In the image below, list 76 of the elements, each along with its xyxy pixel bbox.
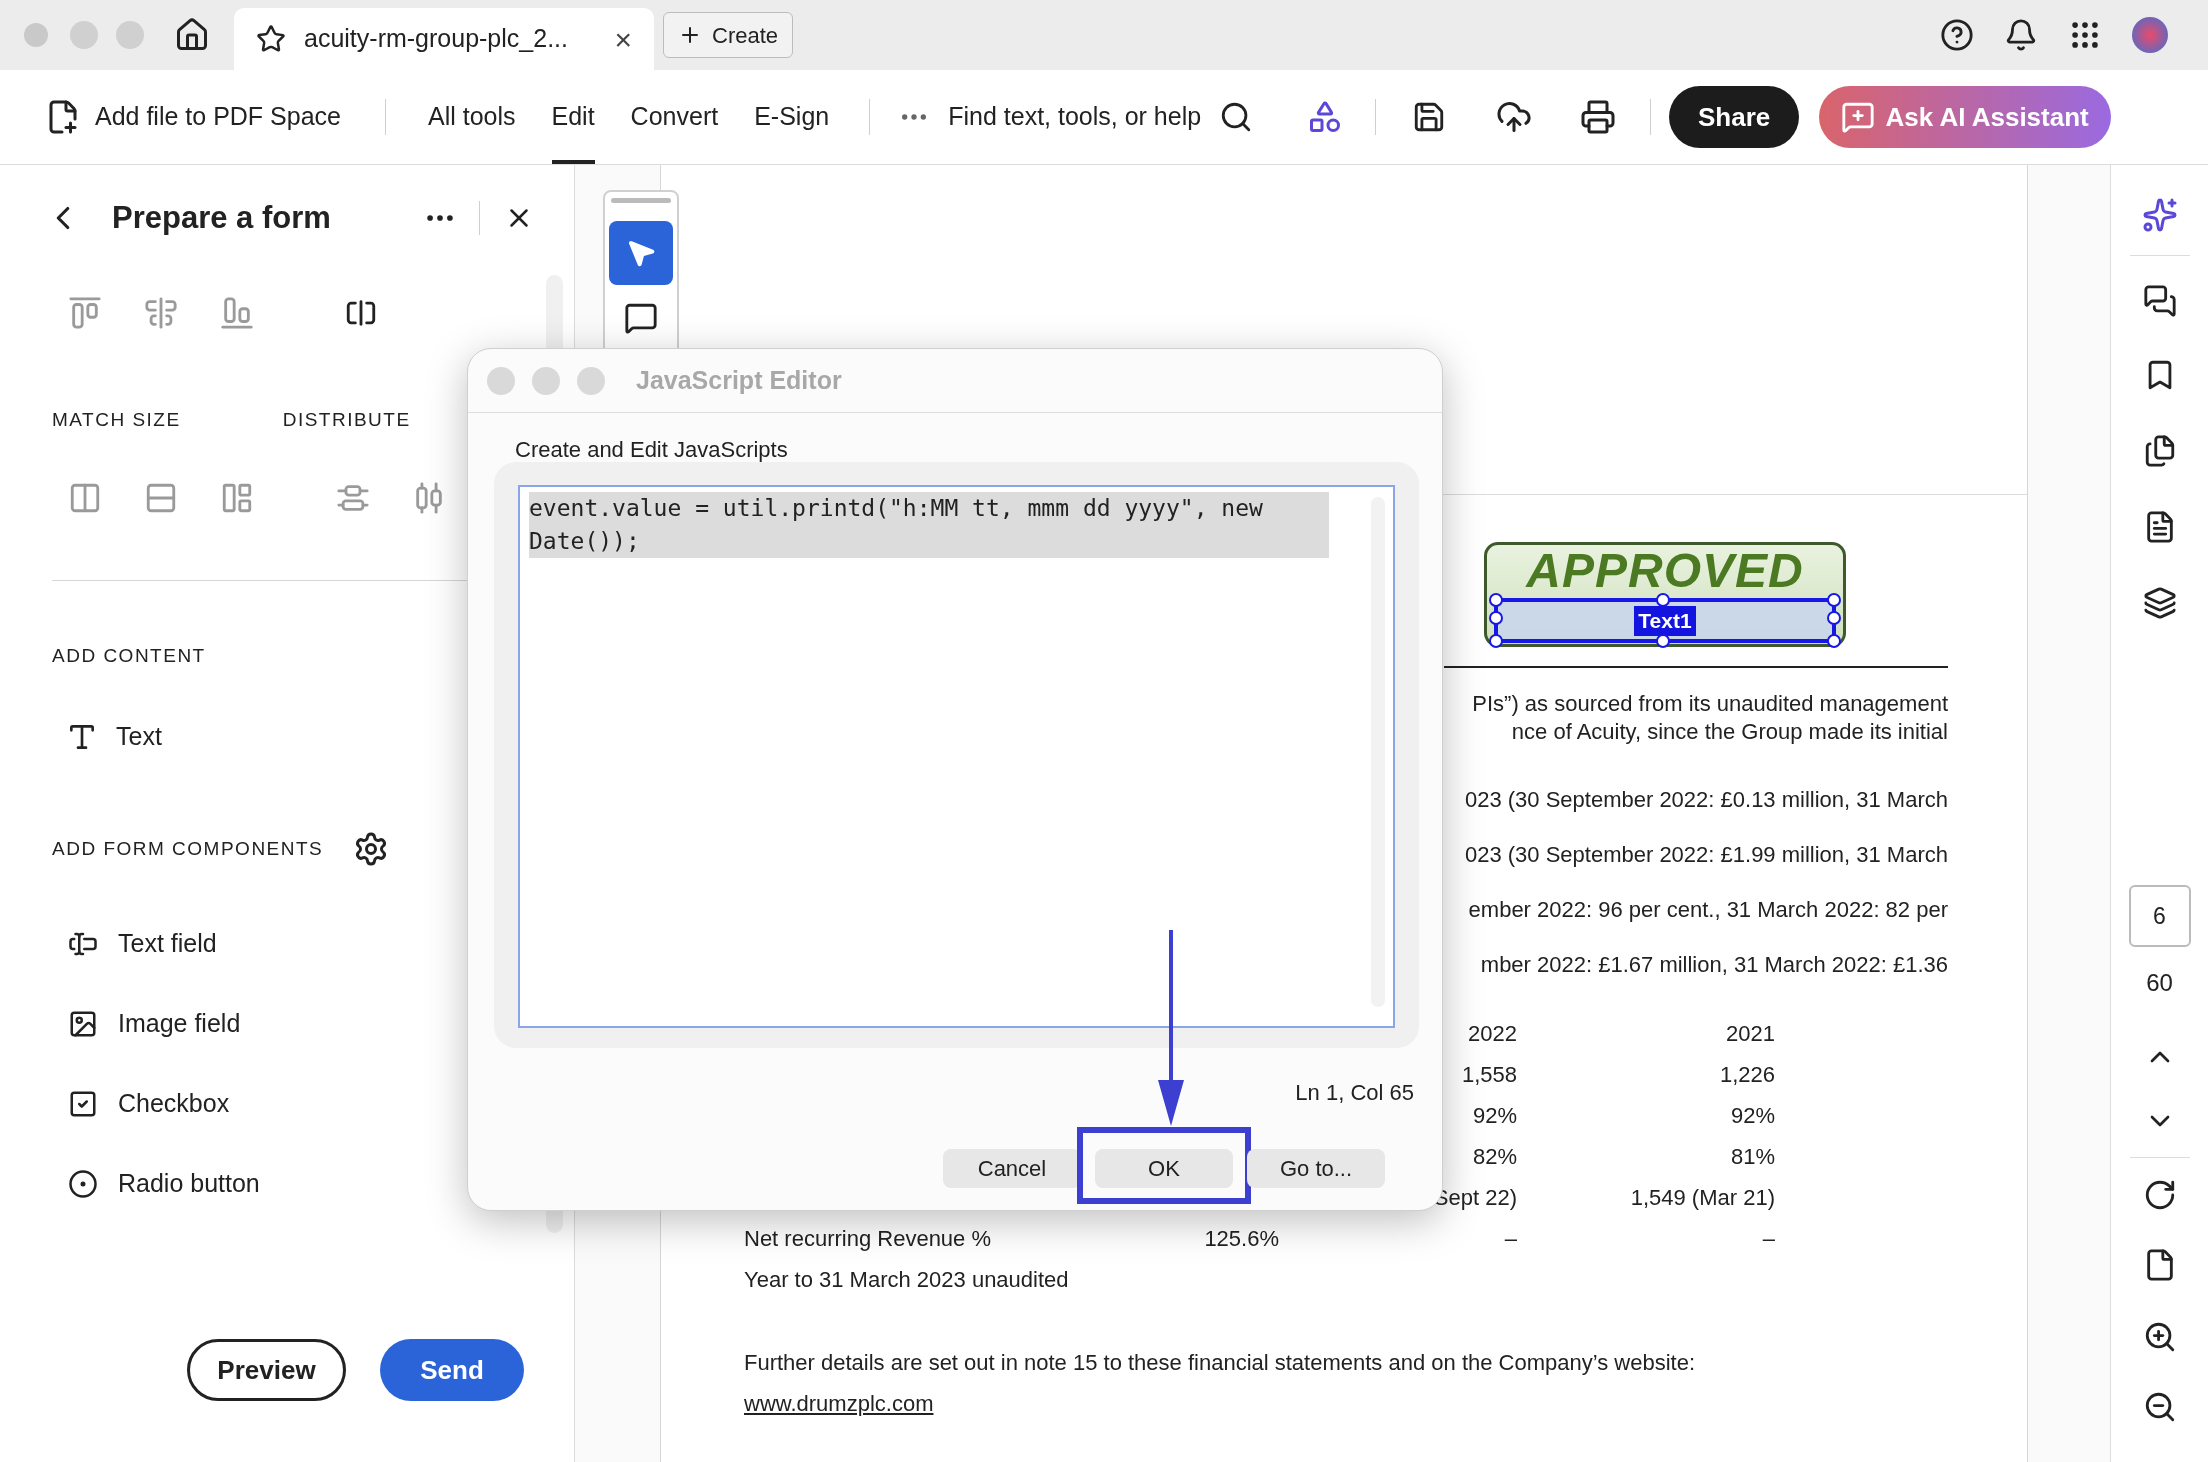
align-top-icon[interactable] <box>68 296 102 330</box>
table-cell-text: 82% <box>1472 1143 1517 1171</box>
form-component-item[interactable]: Radio button <box>118 1165 260 1203</box>
table-cell-text: – <box>1504 1225 1517 1253</box>
table-cell-text: 92% <box>1730 1102 1775 1130</box>
table-cell-text: 1,558 <box>1461 1061 1517 1089</box>
dialog-button[interactable]: Go to... <box>1247 1149 1385 1188</box>
section-label: DISTRIBUTE <box>282 408 411 430</box>
preview-button[interactable]: Preview <box>187 1339 346 1401</box>
upload-icon[interactable] <box>1496 99 1533 135</box>
dialog-title: JavaScript Editor <box>636 364 842 396</box>
layers-icon[interactable] <box>2142 586 2177 620</box>
match-width-icon[interactable] <box>68 481 102 515</box>
document-text: 023 (30 September 2022: £1.99 million, 31 March <box>1464 841 1948 869</box>
add-text-item[interactable]: Text <box>116 718 162 756</box>
avatar[interactable] <box>2132 17 2168 53</box>
page-number-field[interactable]: 6 <box>2128 885 2191 947</box>
table-cell-text: 92% <box>1472 1102 1517 1130</box>
panel-title: Prepare a form <box>112 198 331 237</box>
ai-summary-icon[interactable] <box>2141 197 2178 233</box>
tab-title: acuity-rm-group-plc_2... <box>304 23 568 55</box>
editor-label: Create and Edit JavaScripts <box>515 438 788 462</box>
ai-assistant-button[interactable]: Ask AI Assistant <box>1819 86 2112 148</box>
dialog-button[interactable]: OK <box>1095 1149 1233 1188</box>
align-middle-icon[interactable] <box>144 296 178 330</box>
document-text: PIs”) as sourced from its unaudited management <box>1472 690 1948 718</box>
match-both-icon[interactable] <box>220 481 254 515</box>
page-count: 60 <box>2146 968 2173 998</box>
document-text: nce of Acuity, since the Group made its initial <box>1511 718 1948 746</box>
browser-tab[interactable]: acuity-rm-group-plc_2... × <box>234 8 654 70</box>
table-cell-text: – <box>1762 1225 1775 1253</box>
document-text: 023 (30 September 2022: £0.13 million, 31 March <box>1464 786 1948 814</box>
section-label: ADD FORM COMPONENTS <box>52 836 324 861</box>
table-cell-text: 1,226 <box>1719 1061 1775 1089</box>
form-component-item[interactable]: Text field <box>118 925 217 963</box>
star-icon[interactable] <box>256 24 286 54</box>
radio-icon[interactable] <box>68 1169 98 1199</box>
website-link[interactable]: www.drumzplc.com <box>744 1390 934 1418</box>
section-label: ADD CONTENT <box>52 644 206 666</box>
table-cell-text: 1,549 (Mar 21) <box>1630 1184 1775 1212</box>
help-icon[interactable] <box>1940 18 1974 52</box>
form-component-item[interactable]: Checkbox <box>118 1085 230 1123</box>
tab-close-button[interactable]: × <box>614 16 632 62</box>
image-icon[interactable] <box>68 1009 98 1039</box>
bell-icon[interactable] <box>2004 18 2038 52</box>
comment-icon[interactable] <box>624 301 658 335</box>
match-height-icon[interactable] <box>144 481 178 515</box>
select-tool-button[interactable] <box>609 221 673 285</box>
align-bottom-icon[interactable] <box>220 296 254 330</box>
menu-tab[interactable]: Convert <box>630 70 719 164</box>
chat-plus-icon <box>1841 100 1876 134</box>
print-icon[interactable] <box>1580 99 1617 135</box>
document-text: Further details are set out in note 15 to these financial statements and on the Company’s website: <box>744 1349 1696 1377</box>
document-text: mber 2022: £1.67 million, 31 March 2022: £1.36 <box>1480 951 1948 979</box>
search-hint[interactable]: Find text, tools, or help <box>948 98 1202 136</box>
section-label: MATCH SIZE <box>52 408 181 430</box>
column-header: 2021 <box>1726 1020 1775 1048</box>
document-text: ember 2022: 96 per cent., 31 March 2022: 82 per <box>1468 896 1948 924</box>
add-file-button[interactable]: Add file to PDF Space <box>95 98 341 136</box>
table-cell-text: 81% <box>1730 1143 1775 1171</box>
form-component-item[interactable]: Image field <box>118 1005 241 1043</box>
selected-code: event.value = util.printd("h:MM tt, mmm dd yyyy", new Date()); <box>529 492 1329 558</box>
send-button[interactable]: Send <box>380 1339 524 1401</box>
comments-icon[interactable] <box>2142 284 2177 318</box>
column-header: 2022 <box>1468 1020 1517 1048</box>
share-button[interactable]: Share <box>1669 86 1800 148</box>
home-icon[interactable] <box>174 17 210 53</box>
code-editor[interactable]: event.value = util.printd("h:MM tt, mmm dd yyyy", new Date()); <box>518 485 1395 1028</box>
row-label: Net recurring Revenue % <box>744 1226 991 1251</box>
table-cell-text: 125.6% <box>1204 1225 1279 1253</box>
checkbox-icon[interactable] <box>68 1089 98 1119</box>
document-text: Year to 31 March 2023 unaudited <box>744 1266 1069 1294</box>
create-button[interactable]: Create <box>663 12 794 58</box>
menu-tab[interactable]: E-Sign <box>754 70 830 164</box>
cursor-position: Ln 1, Col 65 <box>1295 1079 1414 1107</box>
menu-tab[interactable]: All tools <box>427 70 516 164</box>
